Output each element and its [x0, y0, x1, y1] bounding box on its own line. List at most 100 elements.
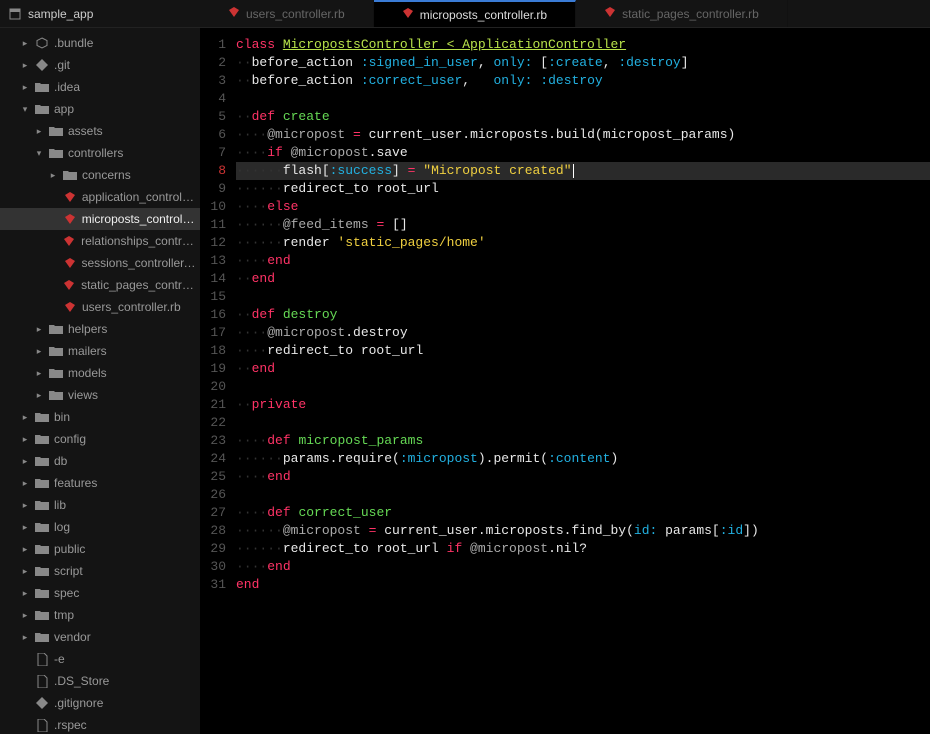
line-number: 11 — [200, 216, 226, 234]
code-line[interactable]: ··before_action :correct_user, only: :de… — [236, 72, 930, 90]
tree-item[interactable]: ▸vendor — [0, 626, 200, 648]
tree-item[interactable]: ▸config — [0, 428, 200, 450]
code-line[interactable] — [236, 414, 930, 432]
tree-item[interactable]: ▾app — [0, 98, 200, 120]
code-line[interactable]: ····end — [236, 558, 930, 576]
tree-item[interactable]: relationships_contro… — [0, 230, 200, 252]
chevron-right-icon[interactable]: ▸ — [20, 412, 30, 423]
code-line[interactable]: class MicropostsController < Application… — [236, 36, 930, 54]
code-line[interactable]: ······@feed_items = [] — [236, 216, 930, 234]
chevron-right-icon[interactable]: ▸ — [20, 434, 30, 445]
tree-item[interactable]: ▸lib — [0, 494, 200, 516]
tree-item[interactable]: ▸spec — [0, 582, 200, 604]
chevron-right-icon[interactable]: ▸ — [20, 544, 30, 555]
code-line[interactable]: ····end — [236, 252, 930, 270]
code-line[interactable]: ······render 'static_pages/home' — [236, 234, 930, 252]
tree-item[interactable]: ▸.git — [0, 54, 200, 76]
code-line[interactable]: ····@micropost.destroy — [236, 324, 930, 342]
tree-item[interactable]: ▸.bundle — [0, 32, 200, 54]
editor-tab[interactable]: static_pages_controller.rb — [576, 0, 788, 27]
code-token: current_user.microposts.find_by( — [376, 523, 633, 538]
chevron-right-icon[interactable]: ▸ — [34, 346, 44, 357]
code-line[interactable] — [236, 288, 930, 306]
code-line[interactable]: end — [236, 576, 930, 594]
code-line[interactable]: ······redirect_to root_url if @micropost… — [236, 540, 930, 558]
chevron-right-icon[interactable]: ▸ — [20, 82, 30, 93]
code-line[interactable]: ······@micropost = current_user.micropos… — [236, 522, 930, 540]
tree-item[interactable]: users_controller.rb — [0, 296, 200, 318]
chevron-right-icon[interactable]: ▸ — [20, 500, 30, 511]
tree-item[interactable]: ▸models — [0, 362, 200, 384]
tree-item[interactable]: -e — [0, 648, 200, 670]
tree-item[interactable]: ▸db — [0, 450, 200, 472]
code-line[interactable]: ······flash[:success] = "Micropost creat… — [236, 162, 930, 180]
tree-item[interactable]: ▸views — [0, 384, 200, 406]
code-line[interactable]: ······params.require(:micropost).permit(… — [236, 450, 930, 468]
editor-tab[interactable]: users_controller.rb — [200, 0, 374, 27]
code-line[interactable]: ··end — [236, 270, 930, 288]
tree-item[interactable]: ▸helpers — [0, 318, 200, 340]
chevron-right-icon[interactable]: ▸ — [20, 632, 30, 643]
tree-item[interactable]: application_controll… — [0, 186, 200, 208]
chevron-right-icon[interactable]: ▸ — [34, 324, 44, 335]
tree-item[interactable]: ▸log — [0, 516, 200, 538]
chevron-down-icon[interactable]: ▾ — [20, 104, 30, 115]
tree-item[interactable]: sessions_controller.… — [0, 252, 200, 274]
tree-item[interactable]: ▸.idea — [0, 76, 200, 98]
chevron-right-icon[interactable]: ▸ — [34, 126, 44, 137]
chevron-right-icon[interactable]: ▸ — [34, 390, 44, 401]
code-line[interactable]: ····if @micropost.save — [236, 144, 930, 162]
line-number: 6 — [200, 126, 226, 144]
code-line[interactable]: ··def create — [236, 108, 930, 126]
chevron-right-icon[interactable]: ▸ — [20, 566, 30, 577]
code-token: :destroy — [540, 73, 602, 88]
editor-tab[interactable]: microposts_controller.rb — [374, 0, 576, 27]
code-line[interactable]: ··before_action :signed_in_user, only: [… — [236, 54, 930, 72]
file-tree[interactable]: ▸.bundle▸.git▸.idea▾app▸assets▾controlle… — [0, 28, 200, 734]
code-line[interactable]: ······redirect_to root_url — [236, 180, 930, 198]
code-line[interactable]: ··private — [236, 396, 930, 414]
tree-item[interactable]: ▸script — [0, 560, 200, 582]
code-line[interactable]: ····redirect_to root_url — [236, 342, 930, 360]
chevron-right-icon[interactable]: ▸ — [20, 38, 30, 49]
tree-item[interactable]: ▸bin — [0, 406, 200, 428]
code-line[interactable]: ····def micropost_params — [236, 432, 930, 450]
tree-item[interactable]: .gitignore — [0, 692, 200, 714]
code-line[interactable]: ··def destroy — [236, 306, 930, 324]
code-line[interactable] — [236, 90, 930, 108]
chevron-right-icon[interactable]: ▸ — [48, 170, 58, 181]
code-line[interactable] — [236, 486, 930, 504]
tree-item[interactable]: ▸concerns — [0, 164, 200, 186]
chevron-right-icon[interactable]: ▸ — [20, 478, 30, 489]
chevron-right-icon[interactable]: ▸ — [20, 588, 30, 599]
tree-item[interactable]: .rspec — [0, 714, 200, 734]
code-content[interactable]: class MicropostsController < Application… — [236, 28, 930, 734]
code-line[interactable] — [236, 378, 930, 396]
code-token: @micropost — [291, 145, 369, 160]
code-line[interactable]: ····def correct_user — [236, 504, 930, 522]
chevron-right-icon[interactable]: ▸ — [20, 60, 30, 71]
code-line[interactable]: ····end — [236, 468, 930, 486]
chevron-right-icon[interactable]: ▸ — [34, 368, 44, 379]
file-icon — [35, 675, 49, 688]
tree-item[interactable]: microposts_controll… — [0, 208, 200, 230]
tree-item[interactable]: static_pages_contro… — [0, 274, 200, 296]
tree-item[interactable]: .DS_Store — [0, 670, 200, 692]
code-token: ]) — [743, 523, 759, 538]
tree-item[interactable]: ▸features — [0, 472, 200, 494]
code-line[interactable]: ····@micropost = current_user.microposts… — [236, 126, 930, 144]
chevron-right-icon[interactable]: ▸ — [20, 610, 30, 621]
tree-item[interactable]: ▸public — [0, 538, 200, 560]
tree-item[interactable]: ▸assets — [0, 120, 200, 142]
tree-item[interactable]: ▸tmp — [0, 604, 200, 626]
chevron-right-icon[interactable]: ▸ — [20, 456, 30, 467]
chevron-right-icon[interactable]: ▸ — [20, 522, 30, 533]
chevron-down-icon[interactable]: ▾ — [34, 148, 44, 159]
code-editor[interactable]: 1234567891011121314151617181920212223242… — [200, 28, 930, 734]
tree-item[interactable]: ▾controllers — [0, 142, 200, 164]
tree-item[interactable]: ▸mailers — [0, 340, 200, 362]
code-line[interactable]: ··end — [236, 360, 930, 378]
line-number: 25 — [200, 468, 226, 486]
code-line[interactable]: ····else — [236, 198, 930, 216]
folder-icon — [35, 565, 49, 577]
